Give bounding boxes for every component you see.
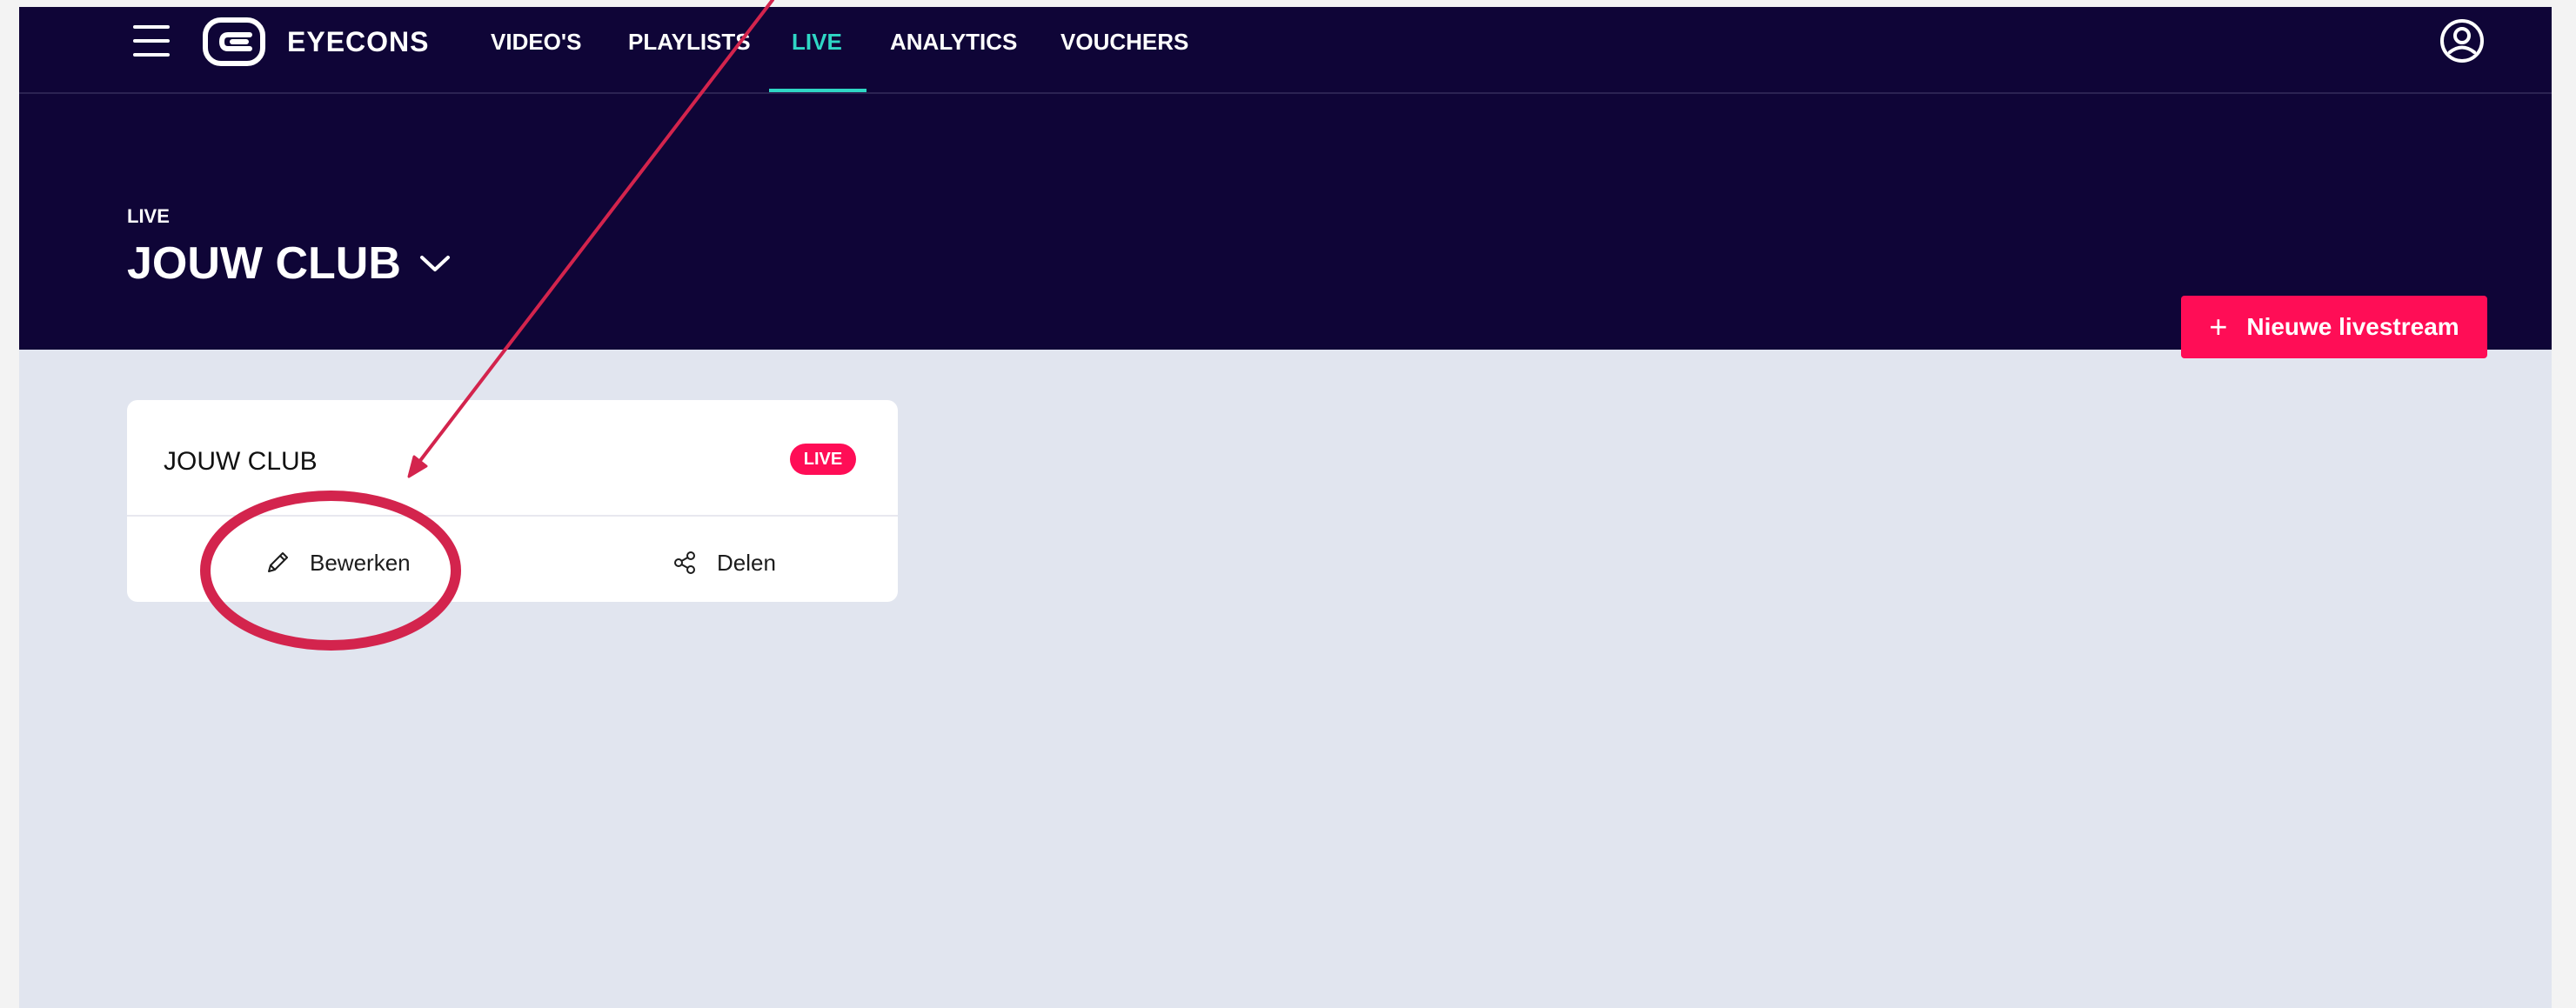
plus-icon: +	[2209, 309, 2228, 344]
card-divider	[127, 515, 898, 517]
page-title: JOUW CLUB	[127, 238, 401, 289]
live-status-badge: LIVE	[790, 444, 856, 475]
club-selector-dropdown[interactable]: JOUW CLUB	[127, 233, 452, 294]
edit-button[interactable]: Bewerken	[264, 548, 411, 577]
page-header: LIVE JOUW CLUB + Nieuwe livestream	[19, 94, 2552, 358]
share-label: Delen	[717, 550, 776, 576]
livestream-card: JOUW CLUB LIVE Bewerken Delen	[127, 400, 898, 602]
top-navigation-bar: EYECONS VIDEO'S PLAYLISTS LIVE ANALYTICS…	[19, 7, 2552, 94]
hamburger-menu-icon[interactable]	[133, 25, 170, 57]
account-icon[interactable]	[2439, 17, 2486, 64]
edit-label: Bewerken	[310, 550, 411, 576]
brand-name[interactable]: EYECONS	[287, 26, 429, 57]
nav-item-vouchers[interactable]: VOUCHERS	[1061, 28, 1188, 56]
new-livestream-label: Nieuwe livestream	[2246, 313, 2459, 340]
nav-item-analytics[interactable]: ANALYTICS	[890, 28, 1017, 56]
chevron-down-icon	[419, 256, 450, 271]
page-eyebrow: LIVE	[127, 205, 170, 227]
new-livestream-button[interactable]: + Nieuwe livestream	[2181, 296, 2487, 358]
active-tab-indicator	[769, 89, 866, 92]
eyecons-logo-icon[interactable]	[201, 16, 267, 68]
nav-item-live[interactable]: LIVE	[792, 28, 842, 56]
pencil-icon	[268, 552, 288, 572]
share-icon	[674, 551, 695, 574]
app-window: EYECONS VIDEO'S PLAYLISTS LIVE ANALYTICS…	[19, 7, 2552, 1008]
livestream-card-title[interactable]: JOUW CLUB	[164, 446, 318, 477]
nav-item-playlists[interactable]: PLAYLISTS	[628, 28, 751, 56]
nav-item-videos[interactable]: VIDEO'S	[491, 28, 581, 56]
share-button[interactable]: Delen	[672, 548, 776, 577]
